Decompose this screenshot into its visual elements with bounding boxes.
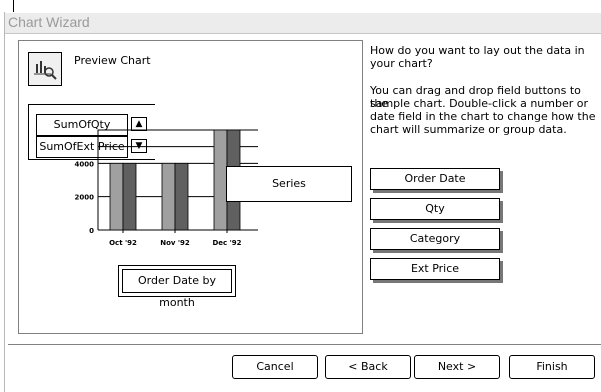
instruction-line-2: your chart?: [370, 57, 433, 70]
x-tick-label: Dec '92: [212, 239, 241, 247]
bar: [109, 162, 124, 231]
preview-chart-button[interactable]: [28, 52, 62, 86]
field-button-category[interactable]: Category: [370, 228, 500, 250]
series-drop-zone[interactable]: Series: [226, 166, 352, 202]
axis-field-label: Order Date by month: [122, 269, 232, 309]
title-bar: [5, 13, 601, 34]
y-tick-label: 2000: [75, 194, 95, 202]
instruction-line-4: sample chart. Double-click a number or: [370, 97, 589, 110]
chart-preview-icon: [34, 61, 57, 80]
x-tick-label: Oct '92: [109, 239, 137, 247]
axis-field-order-date[interactable]: Order Date by month: [118, 265, 236, 309]
back-button[interactable]: < Back: [325, 355, 411, 379]
field-button-ext-price[interactable]: Ext Price: [370, 258, 500, 280]
bar: [174, 162, 189, 231]
instruction-line-6: chart will summarize or group data.: [370, 123, 567, 136]
preview-chart-label: Preview Chart: [74, 54, 151, 67]
instruction-line-5: date field in the chart to change how th…: [370, 110, 596, 123]
field-button-qty[interactable]: Qty: [370, 198, 500, 220]
bar: [161, 162, 176, 231]
footer-separator: [8, 344, 601, 346]
y-tick-label: 0: [89, 227, 94, 235]
finish-button-label: Finish: [536, 360, 568, 373]
next-button[interactable]: Next >: [414, 355, 500, 379]
x-tick-label: Nov '92: [160, 239, 190, 247]
window-title: Chart Wizard: [8, 14, 90, 30]
y-tick-label: 4000: [75, 160, 95, 168]
next-button-label: Next >: [437, 360, 477, 373]
back-button-label: < Back: [348, 360, 388, 373]
instruction-line-1: How do you want to lay out the data in: [370, 44, 585, 57]
bar: [122, 162, 137, 231]
field-button-order-date[interactable]: Order Date: [370, 168, 500, 190]
cancel-button[interactable]: Cancel: [232, 355, 318, 379]
finish-button[interactable]: Finish: [509, 355, 595, 379]
